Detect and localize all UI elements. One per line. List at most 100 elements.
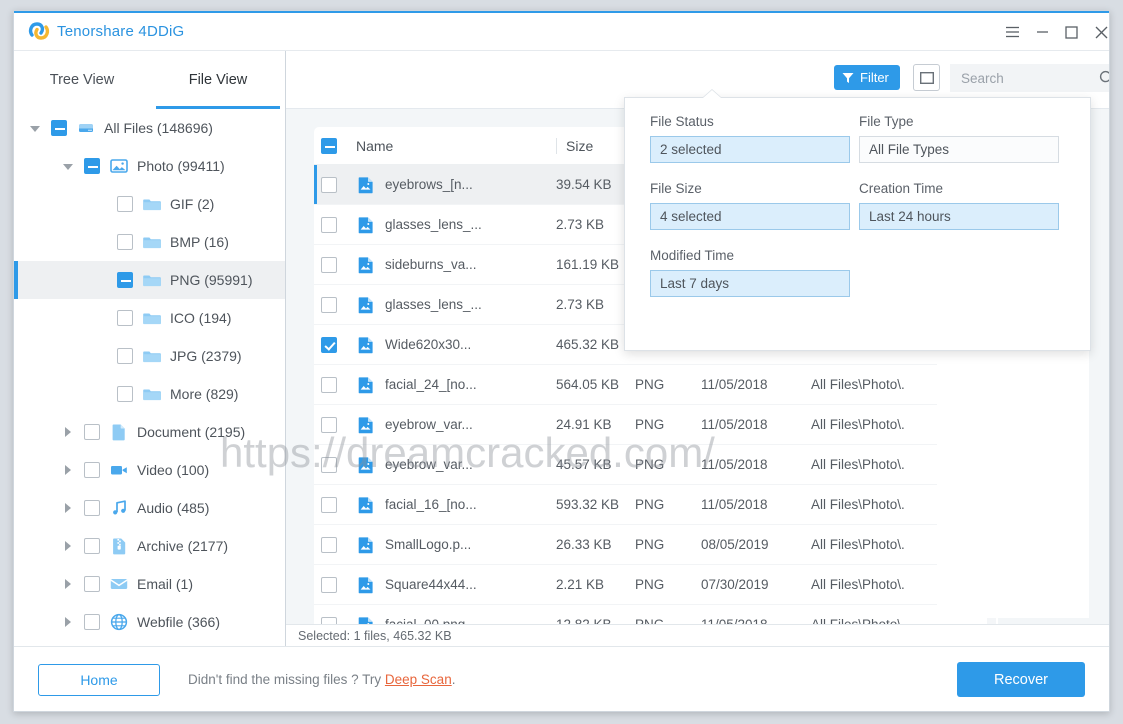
tab-tree-view[interactable]: Tree View [14, 51, 150, 109]
sidebar-item-label: Webfile (366) [137, 614, 221, 630]
search-box[interactable] [950, 64, 1109, 92]
cell-type: PNG [635, 377, 665, 392]
sidebar-item-more[interactable]: More (829) [14, 375, 285, 413]
sidebar-item-checkbox[interactable] [51, 120, 67, 136]
tab-file-view[interactable]: File View [150, 51, 286, 109]
sidebar-item-webfile[interactable]: Webfile (366) [14, 603, 285, 641]
filter-select-file-status[interactable]: 2 selected [650, 136, 850, 163]
sidebar-item-checkbox[interactable] [117, 272, 133, 288]
sidebar-item-jpg[interactable]: JPG (2379) [14, 337, 285, 375]
chevron-down-icon[interactable] [28, 121, 42, 135]
deep-scan-link[interactable]: Deep Scan [385, 672, 452, 687]
sidebar-tree[interactable]: All Files (148696) Photo (99411) GIF (2) BM… [14, 109, 286, 646]
row-checkbox-cell[interactable] [314, 416, 356, 433]
hamburger-icon[interactable] [1000, 20, 1024, 44]
sidebar-item-checkbox[interactable] [84, 538, 100, 554]
cell-size: 564.05 KB [556, 377, 620, 392]
row-checkbox[interactable] [321, 296, 337, 313]
row-checkbox-cell[interactable] [314, 376, 356, 393]
minimize-icon[interactable] [1030, 20, 1054, 44]
chevron-right-icon[interactable] [61, 615, 75, 629]
row-checkbox[interactable] [321, 416, 337, 433]
home-button[interactable]: Home [38, 664, 160, 696]
sidebar-item-checkbox[interactable] [117, 196, 133, 212]
cell-date: 11/05/2018 [701, 417, 768, 432]
chevron-right-icon[interactable] [61, 463, 75, 477]
search-input[interactable] [961, 70, 1089, 86]
chevron-down-icon[interactable] [61, 159, 75, 173]
row-checkbox[interactable] [321, 456, 337, 473]
recover-button[interactable]: Recover [957, 662, 1085, 697]
tab-file-view-label: File View [188, 72, 248, 88]
chevron-right-icon[interactable] [61, 425, 75, 439]
row-checkbox[interactable] [321, 256, 337, 273]
image-file-icon [356, 455, 376, 475]
sidebar-item-checkbox[interactable] [117, 348, 133, 364]
row-checkbox-cell[interactable] [314, 576, 356, 593]
table-row[interactable]: eyebrow_var... 45.57 KB PNG 11/05/2018 All F… [314, 445, 998, 485]
row-checkbox[interactable] [321, 496, 337, 513]
row-checkbox-cell[interactable] [314, 336, 356, 353]
sidebar-item-checkbox[interactable] [84, 158, 100, 174]
sidebar-item-video[interactable]: Video (100) [14, 451, 285, 489]
table-row[interactable]: facial_24_[no... 564.05 KB PNG 11/05/2018 Al… [314, 365, 998, 405]
chevron-right-icon[interactable] [61, 501, 75, 515]
row-checkbox-cell[interactable] [314, 296, 356, 313]
sidebar-item-audio[interactable]: Audio (485) [14, 489, 285, 527]
filter-select-modified-time[interactable]: Last 7 days [650, 270, 850, 297]
sidebar-item-gif[interactable]: GIF (2) [14, 185, 285, 223]
row-checkbox[interactable] [321, 576, 337, 593]
sidebar-item-ico[interactable]: ICO (194) [14, 299, 285, 337]
column-header-name[interactable]: Name [356, 138, 556, 154]
filter-select-file-status-value: 2 selected [660, 142, 722, 157]
sidebar-item-checkbox[interactable] [117, 234, 133, 250]
row-checkbox[interactable] [321, 176, 337, 193]
sidebar-item-archive[interactable]: Archive (2177) [14, 527, 285, 565]
row-checkbox[interactable] [321, 536, 337, 553]
sidebar-item-photo[interactable]: Photo (99411) [14, 147, 285, 185]
sidebar-item-email[interactable]: Email (1) [14, 565, 285, 603]
row-checkbox-cell[interactable] [314, 216, 356, 233]
row-checkbox-cell[interactable] [314, 536, 356, 553]
cell-name: Wide620x30... [356, 335, 556, 355]
sidebar-item-checkbox[interactable] [84, 576, 100, 592]
sidebar-item-checkbox[interactable] [84, 614, 100, 630]
row-checkbox-cell[interactable] [314, 456, 356, 473]
filter-select-creation-time[interactable]: Last 24 hours [859, 203, 1059, 230]
sidebar-item-checkbox[interactable] [117, 310, 133, 326]
table-row[interactable]: eyebrow_var... 24.91 KB PNG 11/05/2018 All F… [314, 405, 998, 445]
search-icon[interactable] [1099, 70, 1109, 91]
row-checkbox-cell[interactable] [314, 176, 356, 193]
sidebar-item-bmp[interactable]: BMP (16) [14, 223, 285, 261]
maximize-icon[interactable] [1059, 20, 1083, 44]
filter-select-file-type[interactable]: All File Types [859, 136, 1059, 163]
sidebar-item-checkbox[interactable] [84, 500, 100, 516]
chevron-right-icon[interactable] [61, 577, 75, 591]
sidebar-item-all[interactable]: All Files (148696) [14, 109, 285, 147]
table-row[interactable]: Square44x44... 2.21 KB PNG 07/30/2019 All Fi… [314, 565, 998, 605]
email-icon [109, 574, 129, 594]
sidebar-item-png[interactable]: PNG (95991) [14, 261, 285, 299]
document-icon [109, 422, 129, 442]
close-icon[interactable] [1089, 20, 1109, 44]
sidebar-item-checkbox[interactable] [117, 386, 133, 402]
filter-button[interactable]: Filter [834, 65, 900, 90]
sidebar-item-checkbox[interactable] [84, 462, 100, 478]
row-checkbox[interactable] [321, 216, 337, 233]
sidebar-item-label: Audio (485) [137, 500, 210, 516]
table-row[interactable]: SmallLogo.p... 26.33 KB PNG 08/05/2019 All F… [314, 525, 998, 565]
select-all-checkbox[interactable] [321, 137, 337, 154]
sidebar-item-document[interactable]: Document (2195) [14, 413, 285, 451]
cell-name-label: Wide620x30... [385, 337, 472, 352]
table-row[interactable]: facial_16_[no... 593.32 KB PNG 11/05/2018 Al… [314, 485, 998, 525]
row-checkbox[interactable] [321, 376, 337, 393]
row-checkbox[interactable] [321, 336, 337, 353]
chevron-right-icon[interactable] [61, 539, 75, 553]
sidebar-item-checkbox[interactable] [84, 424, 100, 440]
row-checkbox-cell[interactable] [314, 256, 356, 273]
select-all-cell[interactable] [314, 137, 356, 154]
filter-select-file-size[interactable]: 4 selected [650, 203, 850, 230]
row-checkbox-cell[interactable] [314, 496, 356, 513]
view-toggle-button[interactable] [913, 64, 940, 91]
